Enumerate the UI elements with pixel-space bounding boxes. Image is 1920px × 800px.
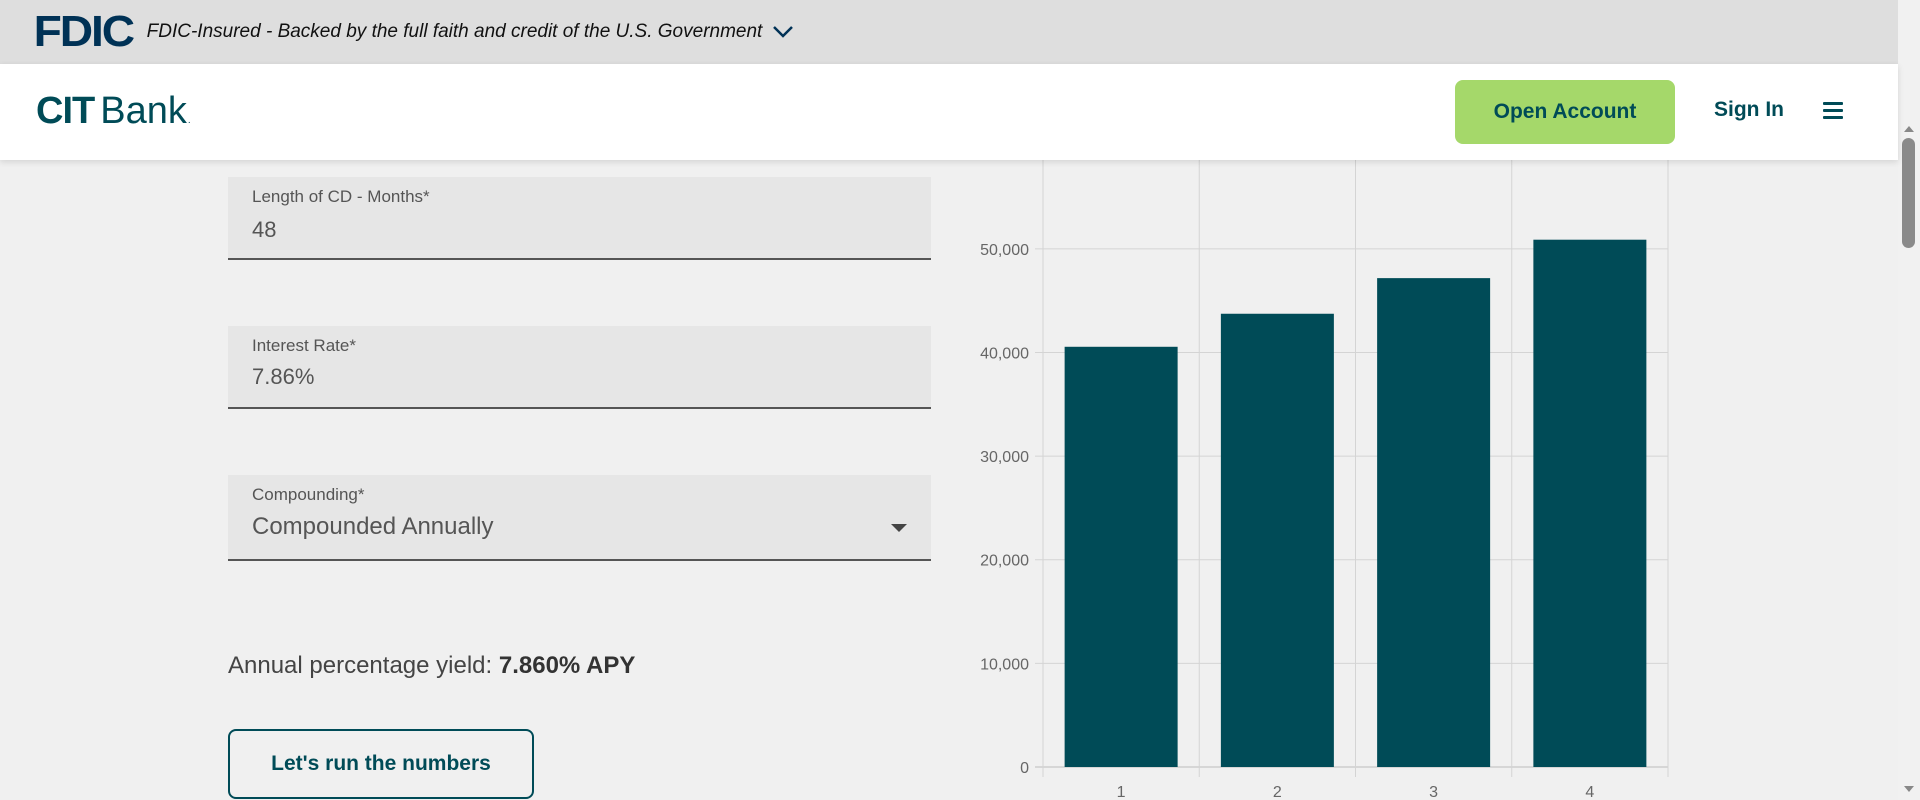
chevron-down-icon[interactable] (772, 21, 794, 43)
chart-y-ticks: 0 10,000 20,000 30,000 40,000 50,000 (980, 242, 1029, 777)
compounding-value: Compounded Annually (252, 513, 494, 540)
chart-bar (1064, 346, 1178, 767)
x-tick-label: 4 (1585, 784, 1594, 800)
y-tick-label: 20,000 (980, 553, 1029, 570)
run-numbers-button[interactable]: Let's run the numbers (228, 729, 534, 799)
logo-mark: . (187, 115, 191, 126)
sign-in-link[interactable]: Sign In (1714, 98, 1784, 122)
chart-bar (1220, 313, 1334, 767)
y-tick-label: 50,000 (980, 242, 1029, 259)
interest-rate-label: Interest Rate* (252, 336, 356, 355)
open-account-button[interactable]: Open Account (1455, 80, 1675, 144)
cd-length-label: Length of CD - Months* (252, 187, 430, 206)
cd-length-input[interactable]: 48 (252, 217, 276, 243)
x-tick-label: 1 (1117, 784, 1126, 800)
apy-text: Annual percentage yield: 7.860% APY (228, 652, 635, 680)
y-tick-label: 40,000 (980, 345, 1029, 362)
y-tick-label: 0 (1020, 760, 1029, 777)
compounding-select[interactable]: Compounding* Compounded Annually (228, 475, 931, 561)
y-tick-label: 10,000 (980, 656, 1029, 673)
dropdown-caret-icon[interactable] (891, 524, 907, 532)
fdic-logo: FDIC (33, 7, 135, 56)
page-scrollbar[interactable] (1898, 0, 1920, 800)
cit-bank-logo[interactable]: CIT Bank . (36, 90, 191, 133)
x-tick-label: 3 (1429, 784, 1438, 800)
fdic-banner: FDIC FDIC-Insured - Backed by the full f… (0, 0, 1898, 64)
y-tick-label: 30,000 (980, 449, 1029, 466)
balance-bar-chart: 0 10,000 20,000 30,000 40,000 50,000 1 2 3 4 (980, 160, 1669, 800)
hamburger-menu-icon[interactable] (1823, 102, 1843, 120)
fdic-banner-text: FDIC-Insured - Backed by the full faith … (146, 21, 763, 42)
apy-prefix: Annual percentage yield: (228, 652, 499, 679)
x-tick-label: 2 (1273, 784, 1282, 800)
logo-cit: CIT (36, 90, 95, 132)
scroll-up-arrow-icon[interactable] (1904, 126, 1914, 132)
interest-rate-input[interactable]: 7.86% (252, 364, 314, 390)
chart-x-ticks: 1 2 3 4 (1117, 784, 1595, 800)
compounding-label: Compounding* (252, 485, 365, 504)
logo-bank: Bank (100, 90, 187, 132)
apy-value: 7.860% APY (498, 652, 636, 679)
scroll-thumb[interactable] (1902, 138, 1915, 248)
interest-rate-field[interactable]: Interest Rate* 7.86% (228, 326, 931, 409)
chart-bar (1377, 278, 1491, 767)
scroll-down-arrow-icon[interactable] (1904, 786, 1914, 792)
cd-length-field[interactable]: Length of CD - Months* 48 (228, 177, 931, 260)
site-header: CIT Bank . Open Account Sign In (0, 64, 1898, 160)
chart-bar (1533, 239, 1647, 767)
